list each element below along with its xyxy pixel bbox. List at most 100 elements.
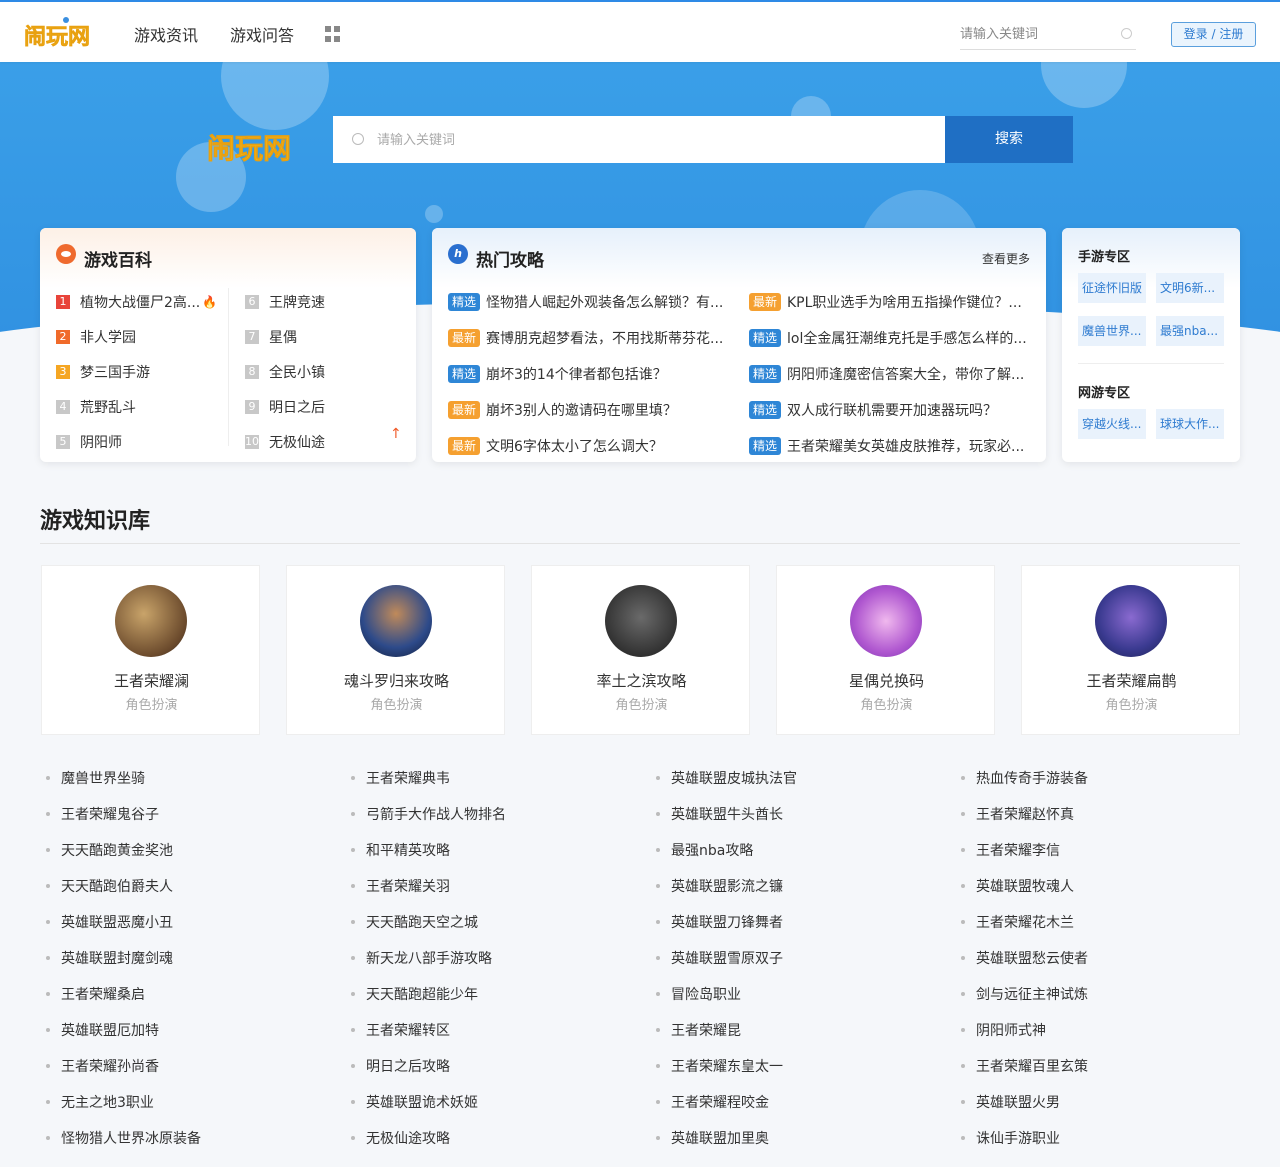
bullet-dot (351, 884, 355, 888)
search-icon[interactable] (1121, 28, 1132, 39)
knowledge-link[interactable]: 王者荣耀百里玄策 (955, 1048, 1235, 1084)
knowledge-link-label: 英雄联盟恶魔小丑 (61, 915, 173, 931)
rank-item[interactable]: 1 植物大战僵尸2高... 🔥 (56, 284, 217, 319)
nav-game-news[interactable]: 游戏资讯 (134, 22, 198, 46)
zone-tag[interactable]: 魔兽世界... (1078, 316, 1146, 346)
knowledge-link[interactable]: 王者荣耀典韦 (345, 760, 625, 796)
knowledge-link[interactable]: 王者荣耀花木兰 (955, 904, 1235, 940)
knowledge-link[interactable]: 天天酷跑黄金奖池 (40, 832, 320, 868)
article-item[interactable]: 精选 双人成行联机需要开加速器玩吗？ (749, 392, 1029, 428)
knowledge-link[interactable]: 无极仙途攻略 (345, 1120, 625, 1156)
knowledge-link[interactable]: 天天酷跑天空之城 (345, 904, 625, 940)
article-tag: 精选 (448, 293, 480, 311)
knowledge-link[interactable]: 王者荣耀东皇太一 (650, 1048, 930, 1084)
knowledge-link[interactable]: 阴阳师式神 (955, 1012, 1235, 1048)
rank-item[interactable]: 6 王牌竞速 (245, 284, 325, 319)
zone-tag[interactable]: 征途怀旧版 (1078, 273, 1146, 303)
nav-game-qa[interactable]: 游戏问答 (230, 22, 294, 46)
article-item[interactable]: 最新 崩坏3别人的邀请码在哪里填？ (448, 392, 728, 428)
knowledge-link[interactable]: 英雄联盟刀锋舞者 (650, 904, 930, 940)
knowledge-link[interactable]: 天天酷跑伯爵夫人 (40, 868, 320, 904)
knowledge-link[interactable]: 王者荣耀李信 (955, 832, 1235, 868)
knowledge-link[interactable]: 英雄联盟封魔剑魂 (40, 940, 320, 976)
article-item[interactable]: 精选 怪物猎人崛起外观装备怎么解锁？有... (448, 284, 728, 320)
knowledge-link-label: 冒险岛职业 (671, 987, 741, 1003)
top-search-box (960, 20, 1136, 50)
knowledge-link[interactable]: 英雄联盟加里奥 (650, 1120, 930, 1156)
knowledge-link[interactable]: 王者荣耀孙尚香 (40, 1048, 320, 1084)
zone-tag[interactable]: 文明6新... (1156, 273, 1224, 303)
knowledge-link-label: 弓箭手大作战人物排名 (366, 807, 506, 823)
site-logo[interactable]: 闹玩网 (22, 14, 98, 54)
knowledge-link[interactable]: 冒险岛职业 (650, 976, 930, 1012)
knowledge-link[interactable]: 英雄联盟恶魔小丑 (40, 904, 320, 940)
zone-tag[interactable]: 最强nba... (1156, 316, 1224, 346)
knowledge-card[interactable]: 星偶兑换码 角色扮演 (776, 565, 995, 735)
knowledge-link[interactable]: 无主之地3职业 (40, 1084, 320, 1120)
knowledge-card[interactable]: 魂斗罗归来攻略 角色扮演 (286, 565, 505, 735)
knowledge-link[interactable]: 英雄联盟雪原双子 (650, 940, 930, 976)
knowledge-link[interactable]: 天天酷跑超能少年 (345, 976, 625, 1012)
hero-search-button[interactable]: 搜索 (945, 116, 1073, 163)
knowledge-link[interactable]: 王者荣耀鬼谷子 (40, 796, 320, 832)
article-item[interactable]: 精选 lol全金属狂潮维克托是手感怎么样的... (749, 320, 1029, 356)
rank-item[interactable]: 7 星偶 (245, 319, 325, 354)
article-item[interactable]: 最新 KPL职业选手为啥用五指操作键位？... (749, 284, 1029, 320)
knowledge-link-column: 热血传奇手游装备王者荣耀赵怀真 王者荣耀李信 英雄联盟牧魂人 王者荣耀花木兰 英雄联盟愁… (955, 760, 1235, 1156)
grid-icon[interactable] (325, 26, 341, 42)
article-item[interactable]: 最新 文明6字体太小了怎么调大？ (448, 428, 728, 462)
knowledge-link[interactable]: 英雄联盟愁云使者 (955, 940, 1235, 976)
knowledge-link[interactable]: 热血传奇手游装备 (955, 760, 1235, 796)
login-register-button[interactable]: 登录 / 注册 (1171, 22, 1256, 47)
article-tag: 精选 (448, 365, 480, 383)
knowledge-card[interactable]: 王者荣耀扁鹊 角色扮演 (1021, 565, 1240, 735)
knowledge-link[interactable]: 怪物猎人世界冰原装备 (40, 1120, 320, 1156)
article-item[interactable]: 精选 崩坏3的14个律者都包括谁？ (448, 356, 728, 392)
hero-search-input[interactable] (377, 125, 917, 155)
knowledge-link[interactable]: 最强nba攻略 (650, 832, 930, 868)
article-item[interactable]: 最新 赛博朋克超梦看法，不用找斯蒂芬花... (448, 320, 728, 356)
knowledge-link-label: 英雄联盟厄加特 (61, 1023, 159, 1039)
knowledge-link[interactable]: 英雄联盟皮城执法官 (650, 760, 930, 796)
knowledge-link[interactable]: 英雄联盟火男 (955, 1084, 1235, 1120)
knowledge-link[interactable]: 王者荣耀转区 (345, 1012, 625, 1048)
rank-item[interactable]: 3 梦三国手游 (56, 354, 217, 389)
rank-item[interactable]: 9 明日之后 (245, 389, 325, 424)
rank-item[interactable]: 4 荒野乱斗 (56, 389, 217, 424)
knowledge-link[interactable]: 弓箭手大作战人物排名 (345, 796, 625, 832)
knowledge-link[interactable]: 王者荣耀桑启 (40, 976, 320, 1012)
zone-tag[interactable]: 穿越火线... (1078, 409, 1146, 439)
knowledge-link[interactable]: 剑与远征主神试炼 (955, 976, 1235, 1012)
knowledge-link[interactable]: 英雄联盟牛头酋长 (650, 796, 930, 832)
zone-tag[interactable]: 球球大作... (1156, 409, 1224, 439)
knowledge-link[interactable]: 英雄联盟影流之镰 (650, 868, 930, 904)
knowledge-card[interactable]: 率土之滨攻略 角色扮演 (531, 565, 750, 735)
knowledge-link[interactable]: 王者荣耀程咬金 (650, 1084, 930, 1120)
bullet-dot (656, 920, 660, 924)
decor-bubble (221, 62, 329, 130)
knowledge-link-label: 天天酷跑伯爵夫人 (61, 879, 173, 895)
rank-item[interactable]: 8 全民小镇 (245, 354, 325, 389)
knowledge-link[interactable]: 王者荣耀关羽 (345, 868, 625, 904)
knowledge-link[interactable]: 新天龙八部手游攻略 (345, 940, 625, 976)
article-item[interactable]: 精选 阴阳师逢魔密信答案大全，带你了解... (749, 356, 1029, 392)
article-title: lol全金属狂潮维克托是手感怎么样的... (787, 331, 1027, 347)
knowledge-link[interactable]: 王者荣耀昆 (650, 1012, 930, 1048)
knowledge-link[interactable]: 和平精英攻略 (345, 832, 625, 868)
knowledge-link[interactable]: 英雄联盟厄加特 (40, 1012, 320, 1048)
knowledge-card[interactable]: 王者荣耀澜 角色扮演 (41, 565, 260, 735)
knowledge-link[interactable]: 魔兽世界坐骑 (40, 760, 320, 796)
knowledge-link[interactable]: 王者荣耀赵怀真 (955, 796, 1235, 832)
rank-item[interactable]: 10 无极仙途 (245, 424, 325, 459)
knowledge-link[interactable]: 诛仙手游职业 (955, 1120, 1235, 1156)
knowledge-link[interactable]: 英雄联盟牧魂人 (955, 868, 1235, 904)
knowledge-link-label: 热血传奇手游装备 (976, 771, 1088, 787)
view-more-link[interactable]: 查看更多 (982, 250, 1030, 267)
article-item[interactable]: 精选 王者荣耀美女英雄皮肤推荐，玩家必... (749, 428, 1029, 462)
article-title: 阴阳师逢魔密信答案大全，带你了解... (787, 367, 1025, 383)
top-search-input[interactable] (960, 20, 1110, 48)
knowledge-link[interactable]: 明日之后攻略 (345, 1048, 625, 1084)
rank-item[interactable]: 2 非人学园 (56, 319, 217, 354)
knowledge-link[interactable]: 英雄联盟诡术妖姬 (345, 1084, 625, 1120)
rank-item[interactable]: 5 阴阳师 (56, 424, 217, 459)
